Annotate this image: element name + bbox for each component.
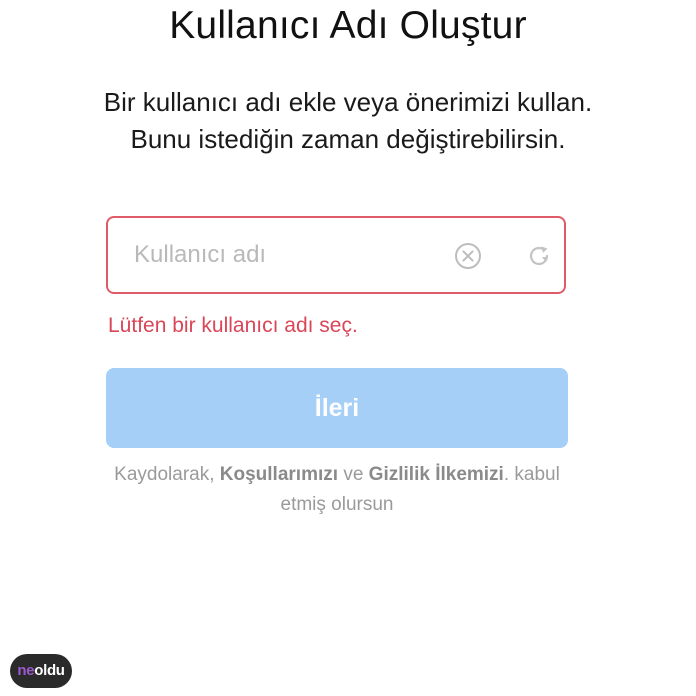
terms-notice: Kaydolarak, Koşullarımızı ve Gizlilik İl… [106, 460, 568, 520]
terms-prefix: Kaydolarak, [114, 464, 215, 485]
create-username-screen: Kullanıcı Adı Oluştur Bir kullanıcı adı … [0, 0, 696, 696]
neoldu-logo: neoldu [10, 654, 72, 688]
terms-link[interactable]: Koşullarımızı [220, 464, 338, 485]
username-input[interactable] [134, 218, 434, 292]
error-message: Lütfen bir kullanıcı adı seç. [108, 314, 358, 337]
terms-middle: ve [343, 464, 364, 485]
clear-icon[interactable] [454, 242, 482, 270]
username-input-container[interactable] [106, 216, 566, 294]
refresh-icon[interactable] [526, 243, 552, 269]
intro-text: Bir kullanıcı adı ekle veya önerimizi ku… [103, 87, 593, 154]
page-title: Kullanıcı Adı Oluştur [169, 4, 527, 47]
next-button[interactable]: İleri [106, 368, 568, 448]
privacy-policy-link[interactable]: Gizlilik İlkemizi [369, 464, 504, 485]
